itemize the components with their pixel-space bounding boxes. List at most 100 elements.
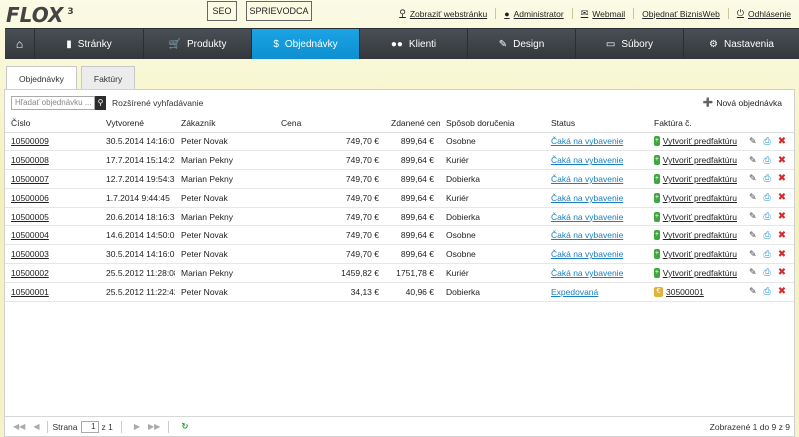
print-icon[interactable]: ⎙ bbox=[764, 192, 771, 203]
print-icon[interactable]: ⎙ bbox=[764, 211, 771, 222]
print-icon[interactable]: ⎙ bbox=[764, 267, 771, 278]
order-number-link[interactable]: 10500007 bbox=[11, 174, 49, 184]
col-customer[interactable]: Zákazník bbox=[175, 114, 275, 133]
order-number-link[interactable]: 10500005 bbox=[11, 212, 49, 222]
status-link[interactable]: Čaká na vybavenie bbox=[551, 193, 623, 203]
order-biznisweb-link[interactable]: Objednať BiznisWeb bbox=[633, 8, 728, 19]
status-link[interactable]: Čaká na vybavenie bbox=[551, 155, 623, 165]
order-number-cell: 10500004 bbox=[5, 225, 100, 246]
status-link[interactable]: Čaká na vybavenie bbox=[551, 174, 623, 184]
edit-icon[interactable]: ✎ bbox=[749, 230, 757, 241]
edit-icon[interactable]: ✎ bbox=[749, 173, 757, 184]
actions-cell: ✎ ⎙ ✖ bbox=[743, 263, 794, 283]
webmail-link[interactable]: ✉ Webmail bbox=[571, 8, 633, 19]
delete-icon[interactable]: ✖ bbox=[778, 267, 786, 278]
new-order-button[interactable]: ➕ Nová objednávka bbox=[703, 97, 782, 108]
status-link[interactable]: Expedovaná bbox=[551, 287, 598, 297]
delete-icon[interactable]: ✖ bbox=[778, 192, 786, 203]
print-icon[interactable]: ⎙ bbox=[764, 155, 771, 166]
edit-icon[interactable]: ✎ bbox=[749, 192, 757, 203]
print-icon[interactable]: ⎙ bbox=[764, 136, 771, 147]
order-number-link[interactable]: 10500002 bbox=[11, 268, 49, 278]
nav-pages[interactable]: ▮ Stránky bbox=[35, 29, 144, 59]
search-button[interactable]: ⚲ bbox=[95, 96, 106, 110]
logout-link[interactable]: ⏻ Odhlásenie bbox=[727, 8, 799, 19]
order-number-link[interactable]: 10500003 bbox=[11, 249, 49, 259]
guide-button[interactable]: SPRIEVODCA bbox=[246, 1, 312, 21]
page-input[interactable]: 1 bbox=[80, 420, 99, 433]
col-price[interactable]: Cena bbox=[275, 114, 385, 133]
col-actions bbox=[743, 114, 794, 133]
price-cell: 1459,82 € bbox=[275, 263, 385, 283]
create-proforma-link[interactable]: Vytvoriť predfaktúru bbox=[663, 230, 737, 240]
tab-invoices[interactable]: Faktúry bbox=[80, 66, 136, 90]
edit-icon[interactable]: ✎ bbox=[749, 249, 757, 260]
brush-icon: ✎ bbox=[498, 38, 508, 50]
status-link[interactable]: Čaká na vybavenie bbox=[551, 249, 623, 259]
order-number-link[interactable]: 10500006 bbox=[11, 193, 49, 203]
next-page-icon[interactable]: ▶ bbox=[134, 422, 140, 431]
create-proforma-link[interactable]: Vytvoriť predfaktúru bbox=[663, 212, 737, 222]
first-page-icon[interactable]: ◀◀ bbox=[13, 422, 25, 431]
nav-products[interactable]: 🛒 Produkty bbox=[144, 29, 252, 59]
seo-button[interactable]: SEO bbox=[207, 1, 237, 21]
print-icon[interactable]: ⎙ bbox=[764, 230, 771, 241]
logo[interactable]: FLOX 3 bbox=[6, 3, 74, 27]
nav-orders[interactable]: $ Objednávky bbox=[252, 29, 360, 59]
create-proforma-link[interactable]: Vytvoriť predfaktúru bbox=[663, 268, 737, 278]
delete-icon[interactable]: ✖ bbox=[778, 249, 786, 260]
status-link[interactable]: Čaká na vybavenie bbox=[551, 136, 623, 146]
edit-icon[interactable]: ✎ bbox=[749, 286, 757, 297]
order-number-link[interactable]: 10500004 bbox=[11, 230, 49, 240]
status-link[interactable]: Čaká na vybavenie bbox=[551, 268, 623, 278]
col-taxed[interactable]: Zdanené cena bbox=[385, 114, 440, 133]
order-number-cell: 10500001 bbox=[5, 282, 100, 302]
edit-icon[interactable]: ✎ bbox=[749, 136, 757, 147]
delete-icon[interactable]: ✖ bbox=[778, 211, 786, 222]
invoice-link[interactable]: 30500001 bbox=[666, 287, 704, 297]
order-number-link[interactable]: 10500009 bbox=[11, 136, 49, 146]
create-proforma-link[interactable]: Vytvoriť predfaktúru bbox=[663, 249, 737, 259]
col-status[interactable]: Status bbox=[545, 114, 648, 133]
last-page-icon[interactable]: ▶▶ bbox=[148, 422, 160, 431]
nav-home[interactable]: ⌂ bbox=[5, 29, 35, 59]
admin-link[interactable]: ● Administrator bbox=[495, 8, 572, 19]
edit-icon[interactable]: ✎ bbox=[749, 267, 757, 278]
refresh-icon[interactable]: ↻ bbox=[181, 421, 188, 432]
print-icon[interactable]: ⎙ bbox=[764, 249, 771, 260]
search-input[interactable]: Hľadať objednávku ... bbox=[11, 96, 95, 110]
order-number-link[interactable]: 10500001 bbox=[11, 287, 49, 297]
col-invoice[interactable]: Faktúra č. bbox=[648, 114, 743, 133]
create-proforma-link[interactable]: Vytvoriť predfaktúru bbox=[663, 155, 737, 165]
status-link[interactable]: Čaká na vybavenie bbox=[551, 230, 623, 240]
edit-icon[interactable]: ✎ bbox=[749, 155, 757, 166]
col-created[interactable]: Vytvorené bbox=[100, 114, 175, 133]
print-icon[interactable]: ⎙ bbox=[764, 286, 771, 297]
nav-design[interactable]: ✎ Design bbox=[468, 29, 576, 59]
nav-files[interactable]: ▭ Súbory bbox=[576, 29, 684, 59]
delete-icon[interactable]: ✖ bbox=[778, 155, 786, 166]
create-proforma-link[interactable]: Vytvoriť predfaktúru bbox=[663, 174, 737, 184]
order-number-link[interactable]: 10500008 bbox=[11, 155, 49, 165]
tab-orders[interactable]: Objednávky bbox=[6, 66, 77, 90]
cart-add-icon: ➕ bbox=[702, 97, 714, 107]
prev-page-icon[interactable]: ◀ bbox=[33, 422, 39, 431]
price-cell: 749,70 € bbox=[275, 150, 385, 171]
create-proforma-link[interactable]: Vytvoriť predfaktúru bbox=[663, 193, 737, 203]
status-cell: Čaká na vybavenie bbox=[545, 207, 648, 227]
delete-icon[interactable]: ✖ bbox=[778, 286, 786, 297]
invoice-cell: + Vytvoriť predfaktúru bbox=[648, 244, 743, 265]
delete-icon[interactable]: ✖ bbox=[778, 136, 786, 147]
create-proforma-link[interactable]: Vytvoriť predfaktúru bbox=[663, 136, 737, 146]
delete-icon[interactable]: ✖ bbox=[778, 173, 786, 184]
nav-settings[interactable]: ⚙ Nastavenia bbox=[684, 29, 799, 59]
view-website-link[interactable]: ⚲ Zobraziť webstránku bbox=[391, 8, 495, 19]
advanced-search-link[interactable]: Rozšírené vyhľadávanie bbox=[112, 98, 203, 108]
col-delivery[interactable]: Spôsob doručenia bbox=[440, 114, 545, 133]
col-number[interactable]: Číslo bbox=[5, 114, 100, 133]
nav-clients[interactable]: ●● Klienti bbox=[360, 29, 468, 59]
status-link[interactable]: Čaká na vybavenie bbox=[551, 212, 623, 222]
print-icon[interactable]: ⎙ bbox=[764, 173, 771, 184]
edit-icon[interactable]: ✎ bbox=[749, 211, 757, 222]
delete-icon[interactable]: ✖ bbox=[778, 230, 786, 241]
